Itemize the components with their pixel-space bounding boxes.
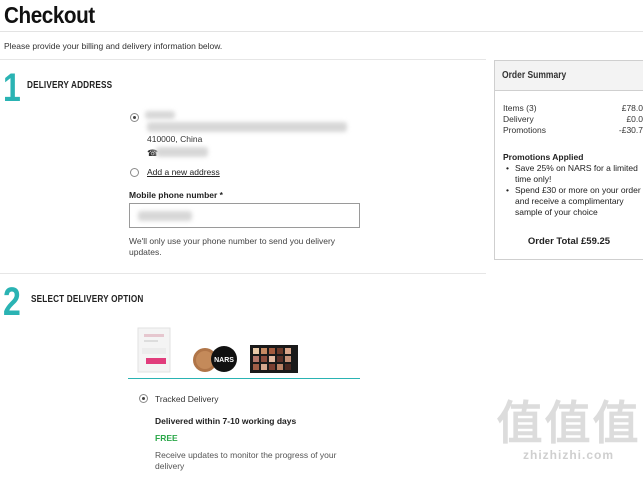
delivery-address-title: DELIVERY ADDRESS — [27, 80, 113, 91]
tracked-delivery-label: Tracked Delivery — [155, 394, 219, 404]
promotions-list: Save 25% on NARS for a limited time only… — [503, 163, 643, 218]
delivery-option-title: SELECT DELIVERY OPTION — [31, 294, 144, 305]
page-title: Checkout — [4, 2, 95, 28]
summary-row-promotions: Promotions -£30.7 — [503, 125, 643, 136]
summary-value: £78.0 — [621, 103, 643, 113]
watermark-logo: 值值值 — [494, 400, 643, 446]
summary-row-items: Items (3) £78.0 — [503, 103, 643, 114]
delivery-description: Receive updates to monitor the progress … — [155, 450, 337, 471]
phone-label: Mobile phone number * — [129, 190, 223, 200]
redacted-phone-value — [138, 211, 192, 221]
summary-row-delivery: Delivery £0.0 — [503, 114, 643, 125]
summary-value: -£30.7 — [618, 125, 643, 135]
redacted-phone — [156, 147, 208, 157]
redacted-address — [147, 122, 347, 132]
product-mask-thumbnail — [137, 327, 171, 373]
watermark: 值值值 zhizhizhi.com — [494, 400, 643, 462]
tracked-delivery-radio[interactable] — [139, 394, 148, 403]
summary-label: Promotions — [503, 125, 546, 135]
new-address-radio[interactable] — [130, 168, 139, 177]
product-palette-thumbnail — [250, 345, 298, 373]
intro-text: Please provide your billing and delivery… — [4, 41, 223, 51]
saved-address-radio[interactable] — [130, 113, 139, 122]
summary-label: Delivery — [503, 114, 534, 124]
order-summary-panel: Order Summary Items (3) £78.0 Delivery £… — [494, 60, 643, 260]
palette-pans — [253, 348, 291, 370]
address-postcode: 410000, China — [147, 134, 203, 144]
promotions-title: Promotions Applied — [503, 152, 584, 162]
step-2-number: 2 — [3, 280, 21, 324]
nars-logo: NARS — [214, 357, 234, 364]
section-divider — [0, 273, 486, 274]
watermark-text: zhizhizhi.com — [523, 448, 614, 462]
product-nars-thumbnail: NARS — [193, 346, 237, 372]
order-summary-title: Order Summary — [502, 70, 567, 81]
step-1-number: 1 — [3, 66, 21, 110]
delivery-price: FREE — [155, 433, 178, 443]
phone-helper-text: We'll only use your phone number to send… — [129, 236, 336, 257]
order-total: Order Total £59.25 — [527, 236, 611, 247]
order-summary-header: Order Summary — [495, 61, 643, 91]
delivery-option-divider — [128, 378, 360, 379]
promotion-item: Save 25% on NARS for a limited time only… — [503, 163, 643, 185]
summary-label: Items (3) — [503, 103, 537, 113]
intro-divider — [0, 59, 486, 60]
delivery-time: Delivered within 7-10 working days — [155, 416, 297, 426]
redacted-name — [145, 111, 175, 119]
promotion-item: Spend £30 or more on your order and rece… — [503, 185, 643, 218]
watermark-glyphs: 值值值 — [496, 396, 641, 450]
title-divider — [0, 31, 643, 32]
summary-value: £0.0 — [626, 114, 643, 124]
add-new-address-link[interactable]: Add a new address — [147, 167, 220, 177]
phone-input[interactable] — [129, 203, 360, 228]
